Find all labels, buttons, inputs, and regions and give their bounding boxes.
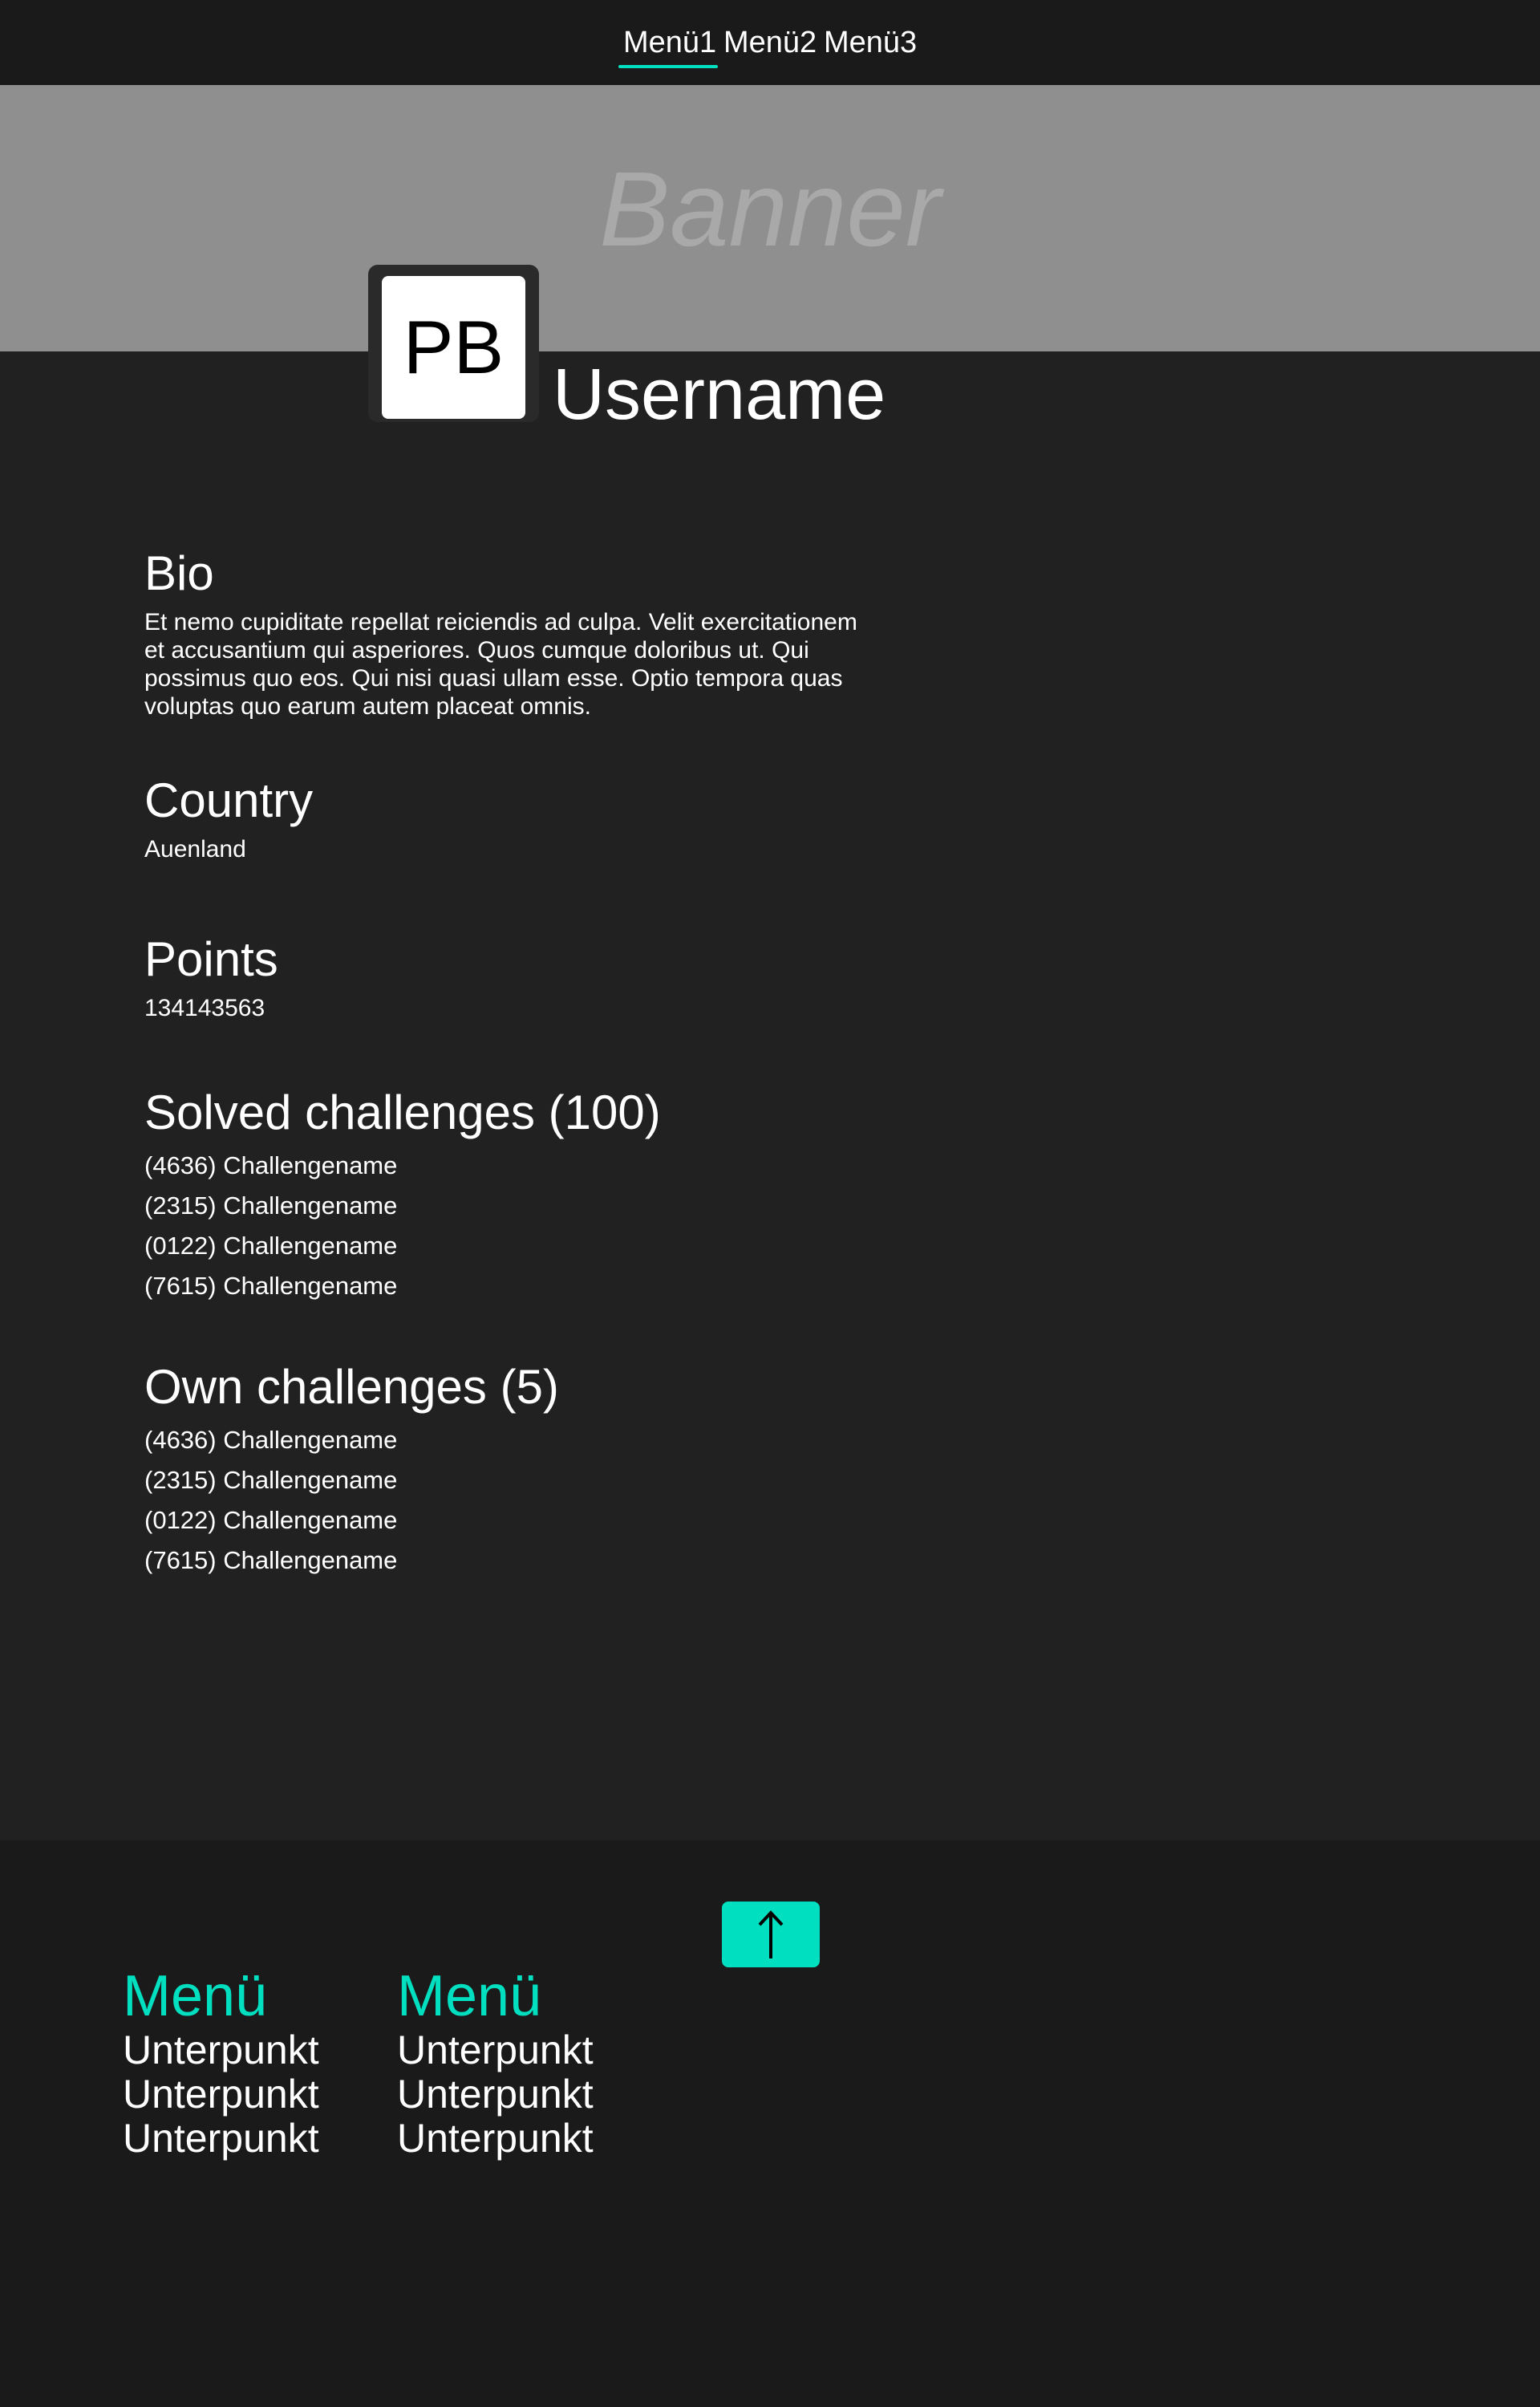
own-challenges-section: Own challenges (5) (4636) Challengename … [144, 1359, 882, 1581]
points-section: Points 134143563 [144, 932, 882, 1022]
solved-challenges-list: (4636) Challengename (2315) Challengenam… [144, 1146, 882, 1306]
arrow-up-icon [758, 1910, 784, 1958]
nav-item-menu1[interactable]: Menü1 [623, 24, 716, 61]
profile-banner: Banner [0, 85, 1540, 351]
points-heading: Points [144, 932, 278, 986]
list-item[interactable]: (0122) Challengename [144, 1500, 882, 1540]
list-item[interactable]: (0122) Challengename [144, 1226, 882, 1266]
footer-menu-title: Menü [123, 1964, 268, 2028]
nav-item-menu3[interactable]: Menü3 [824, 24, 917, 61]
own-challenges-heading: Own challenges (5) [144, 1360, 559, 1414]
username-heading: Username [553, 355, 886, 435]
solved-challenges-heading: Solved challenges (100) [144, 1086, 661, 1139]
country-heading: Country [144, 773, 314, 827]
footer-menu-link[interactable]: Unterpunkt [397, 2072, 594, 2117]
solved-challenges-section: Solved challenges (100) (4636) Challenge… [144, 1085, 882, 1306]
bio-text: Et nemo cupiditate repellat reiciendis a… [144, 609, 857, 720]
points-value: 134143563 [144, 995, 265, 1021]
country-value: Auenland [144, 836, 246, 863]
footer-menu-link[interactable]: Unterpunkt [397, 2028, 594, 2072]
list-item[interactable]: (2315) Challengename [144, 1186, 882, 1226]
avatar-frame: PB [368, 265, 539, 422]
avatar: PB [382, 276, 525, 419]
list-item[interactable]: (7615) Challengename [144, 1266, 882, 1306]
footer-menu-column-2: Menü Unterpunkt Unterpunkt Unterpunkt [397, 1964, 594, 2161]
bio-heading: Bio [144, 546, 214, 600]
footer-menu-link[interactable]: Unterpunkt [123, 2072, 319, 2117]
bio-section: Bio Et nemo cupiditate repellat reiciend… [144, 546, 882, 720]
footer-menu-link[interactable]: Unterpunkt [123, 2117, 319, 2161]
top-navigation: Menü1 Menü2 Menü3 [0, 0, 1540, 85]
nav-item-menu2[interactable]: Menü2 [723, 24, 817, 61]
back-to-top-button[interactable] [722, 1902, 820, 1967]
footer-menu-title: Menü [397, 1964, 542, 2028]
footer-menu-link[interactable]: Unterpunkt [397, 2117, 594, 2161]
country-section: Country Auenland [144, 773, 882, 863]
active-nav-indicator [618, 65, 718, 68]
list-item[interactable]: (4636) Challengename [144, 1146, 882, 1186]
footer-menu-column-1: Menü Unterpunkt Unterpunkt Unterpunkt [123, 1964, 319, 2161]
footer-menu-link[interactable]: Unterpunkt [123, 2028, 319, 2072]
footer: Menü Unterpunkt Unterpunkt Unterpunkt Me… [0, 1841, 1540, 2407]
list-item[interactable]: (7615) Challengename [144, 1540, 882, 1581]
banner-placeholder-text: Banner [599, 150, 941, 268]
list-item[interactable]: (4636) Challengename [144, 1420, 882, 1460]
own-challenges-list: (4636) Challengename (2315) Challengenam… [144, 1420, 882, 1581]
list-item[interactable]: (2315) Challengename [144, 1460, 882, 1500]
